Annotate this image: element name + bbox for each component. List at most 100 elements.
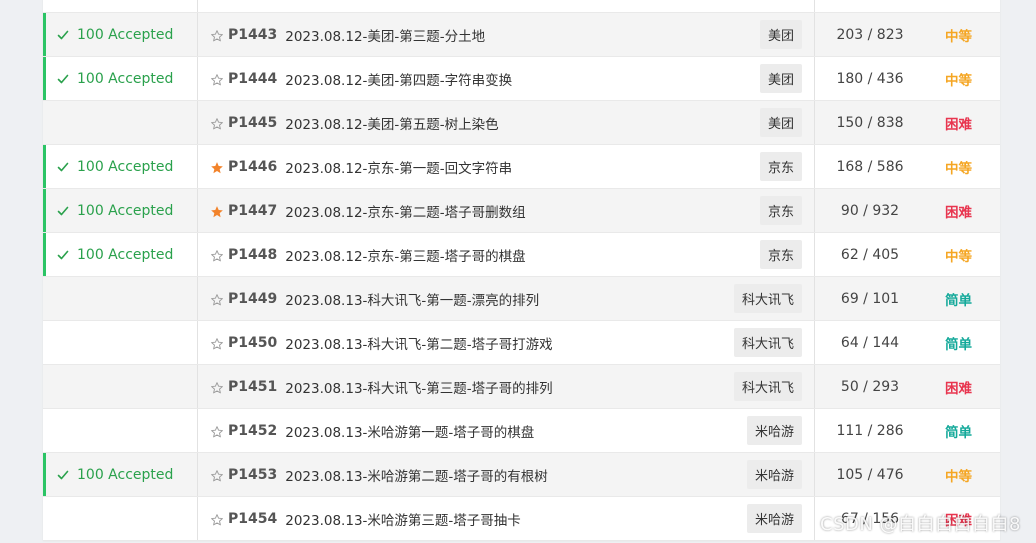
title-cell: P1444 2023.08.12-美团-第四题-字符串变换 [198, 57, 705, 100]
company-tag[interactable]: 美团 [759, 108, 802, 137]
status-label[interactable]: 100 Accepted [77, 71, 173, 87]
star-filled-icon[interactable] [210, 160, 224, 174]
problem-title-link[interactable]: 2023.08.13-科大讯飞-第一题-漂亮的排列 [285, 289, 539, 309]
check-icon [57, 469, 69, 481]
table-row[interactable]: 100 Accepted P1448 2023.08.12-京东-第三题-塔子哥的棋… [43, 233, 1000, 277]
status-label[interactable]: 100 Accepted [77, 203, 173, 219]
status-label[interactable]: 100 Accepted [77, 27, 173, 43]
accepted-submitted-count: 64 / 144 [840, 334, 900, 351]
tag-cell: 科大讯飞 [705, 321, 815, 364]
company-tag[interactable]: 京东 [759, 240, 802, 269]
company-tag[interactable]: 美团 [759, 20, 802, 49]
problem-id[interactable]: P1443 [228, 27, 277, 43]
table-row[interactable]: 100 Accepted P1446 2023.08.12-京东-第一题-回文字符串… [43, 145, 1000, 189]
star-outline-icon[interactable] [210, 116, 224, 130]
status-label[interactable]: 100 Accepted [77, 247, 173, 263]
title-cell: P1450 2023.08.13-科大讯飞-第二题-塔子哥打游戏 [198, 321, 705, 364]
status-cell [43, 321, 198, 364]
tag-cell: 京东 [705, 145, 815, 188]
accepted-submitted-count: 50 / 293 [840, 378, 900, 395]
status-cell[interactable]: 100 Accepted [43, 233, 198, 276]
problem-title-link[interactable]: 2023.08.13-科大讯飞-第三题-塔子哥的排列 [285, 377, 552, 397]
check-icon [57, 29, 69, 41]
difficulty-badge: 简单 [945, 336, 972, 353]
accepted-submitted-count: 150 / 838 [836, 114, 904, 131]
status-cell[interactable]: 100 Accepted [43, 145, 198, 188]
check-icon [57, 205, 69, 217]
problem-id[interactable]: P1445 [228, 115, 277, 131]
accepted-submitted-count: 105 / 476 [836, 466, 904, 483]
company-tag[interactable]: 米哈游 [746, 504, 802, 533]
problem-title-link[interactable]: 2023.08.12-美团-第四题-字符串变换 [285, 69, 512, 89]
company-tag[interactable]: 科大讯飞 [733, 284, 802, 313]
star-outline-icon[interactable] [210, 468, 224, 482]
status-cell[interactable]: 100 Accepted [43, 57, 198, 100]
problem-id[interactable]: P1444 [228, 71, 277, 87]
table-row[interactable]: P1445 2023.08.12-美团-第五题-树上染色 美团 150 / 838 困难 [43, 101, 1000, 145]
table-row[interactable]: P1449 2023.08.13-科大讯飞-第一题-漂亮的排列 科大讯飞 69 / 1… [43, 277, 1000, 321]
tag-cell: 京东 [705, 233, 815, 276]
star-outline-icon[interactable] [210, 380, 224, 394]
table-row[interactable]: 100 Accepted P1444 2023.08.12-美团-第四题-字符串变换… [43, 57, 1000, 101]
problem-id[interactable]: P1449 [228, 291, 277, 307]
title-cell: P1443 2023.08.12-美团-第三题-分土地 [198, 13, 705, 56]
problem-id[interactable]: P1448 [228, 247, 277, 263]
star-outline-icon[interactable] [210, 292, 224, 306]
table-row[interactable]: P1452 2023.08.13-米哈游第一题-塔子哥的棋盘 米哈游 111 / 28… [43, 409, 1000, 453]
problem-title-link[interactable]: 2023.08.12-美团-第五题-树上染色 [285, 113, 498, 133]
table-row[interactable]: P1451 2023.08.13-科大讯飞-第三题-塔子哥的排列 科大讯飞 50 / … [43, 365, 1000, 409]
status-cell [43, 277, 198, 320]
company-tag[interactable]: 京东 [759, 196, 802, 225]
title-cell: P1451 2023.08.13-科大讯飞-第三题-塔子哥的排列 [198, 365, 705, 408]
star-outline-icon[interactable] [210, 28, 224, 42]
problem-id[interactable]: P1451 [228, 379, 277, 395]
star-outline-icon[interactable] [210, 512, 224, 526]
title-cell: P1453 2023.08.13-米哈游第二题-塔子哥的有根树 [198, 453, 705, 496]
star-outline-icon[interactable] [210, 424, 224, 438]
company-tag[interactable]: 科大讯飞 [733, 328, 802, 357]
problem-title-link[interactable]: 2023.08.12-京东-第一题-回文字符串 [285, 157, 512, 177]
table-row[interactable]: 100 Accepted P1443 2023.08.12-美团-第三题-分土地 美团… [43, 13, 1000, 57]
status-cell[interactable]: 100 Accepted [43, 453, 198, 496]
table-row[interactable]: P1450 2023.08.13-科大讯飞-第二题-塔子哥打游戏 科大讯飞 64 / … [43, 321, 1000, 365]
star-outline-icon[interactable] [210, 248, 224, 262]
status-cell[interactable]: 100 Accepted [43, 13, 198, 56]
company-tag[interactable]: 科大讯飞 [733, 372, 802, 401]
problem-id[interactable]: P1454 [228, 511, 277, 527]
problem-title-link[interactable]: 2023.08.12-美团-第三题-分土地 [285, 25, 485, 45]
problem-id[interactable]: P1447 [228, 203, 277, 219]
company-tag[interactable]: 米哈游 [746, 416, 802, 445]
problem-title-link[interactable]: 2023.08.13-米哈游第一题-塔子哥的棋盘 [285, 421, 534, 441]
company-tag[interactable]: 美团 [759, 64, 802, 93]
table-row[interactable] [43, 0, 1000, 13]
problem-table: 100 Accepted P1443 2023.08.12-美团-第三题-分土地 美团… [43, 0, 1000, 541]
accepted-submitted-count: 168 / 586 [836, 158, 904, 175]
problem-id[interactable]: P1446 [228, 159, 277, 175]
accepted-submitted-count: 69 / 101 [840, 290, 900, 307]
tag-cell: 美团 [705, 13, 815, 56]
star-outline-icon[interactable] [210, 72, 224, 86]
problem-id[interactable]: P1450 [228, 335, 277, 351]
status-cell [43, 409, 198, 452]
problem-title-link[interactable]: 2023.08.13-科大讯飞-第二题-塔子哥打游戏 [285, 333, 552, 353]
problem-title-link[interactable]: 2023.08.13-米哈游第三题-塔子哥抽卡 [285, 509, 521, 529]
tag-cell: 米哈游 [705, 409, 815, 452]
company-tag[interactable]: 京东 [759, 152, 802, 181]
table-row[interactable]: 100 Accepted P1453 2023.08.13-米哈游第二题-塔子哥的有… [43, 453, 1000, 497]
csdn-watermark: CSDN @白白白白白白8 [820, 514, 1021, 535]
star-filled-icon[interactable] [210, 204, 224, 218]
problem-title-link[interactable]: 2023.08.12-京东-第二题-塔子哥删数组 [285, 201, 525, 221]
check-icon [57, 73, 69, 85]
status-cell [43, 365, 198, 408]
difficulty-badge: 中等 [945, 72, 972, 89]
problem-title-link[interactable]: 2023.08.13-米哈游第二题-塔子哥的有根树 [285, 465, 548, 485]
problem-title-link[interactable]: 2023.08.12-京东-第三题-塔子哥的棋盘 [285, 245, 525, 265]
status-label[interactable]: 100 Accepted [77, 159, 173, 175]
status-label[interactable]: 100 Accepted [77, 467, 173, 483]
table-row[interactable]: 100 Accepted P1447 2023.08.12-京东-第二题-塔子哥删数… [43, 189, 1000, 233]
problem-id[interactable]: P1452 [228, 423, 277, 439]
problem-id[interactable]: P1453 [228, 467, 277, 483]
status-cell[interactable]: 100 Accepted [43, 189, 198, 232]
company-tag[interactable]: 米哈游 [746, 460, 802, 489]
star-outline-icon[interactable] [210, 336, 224, 350]
